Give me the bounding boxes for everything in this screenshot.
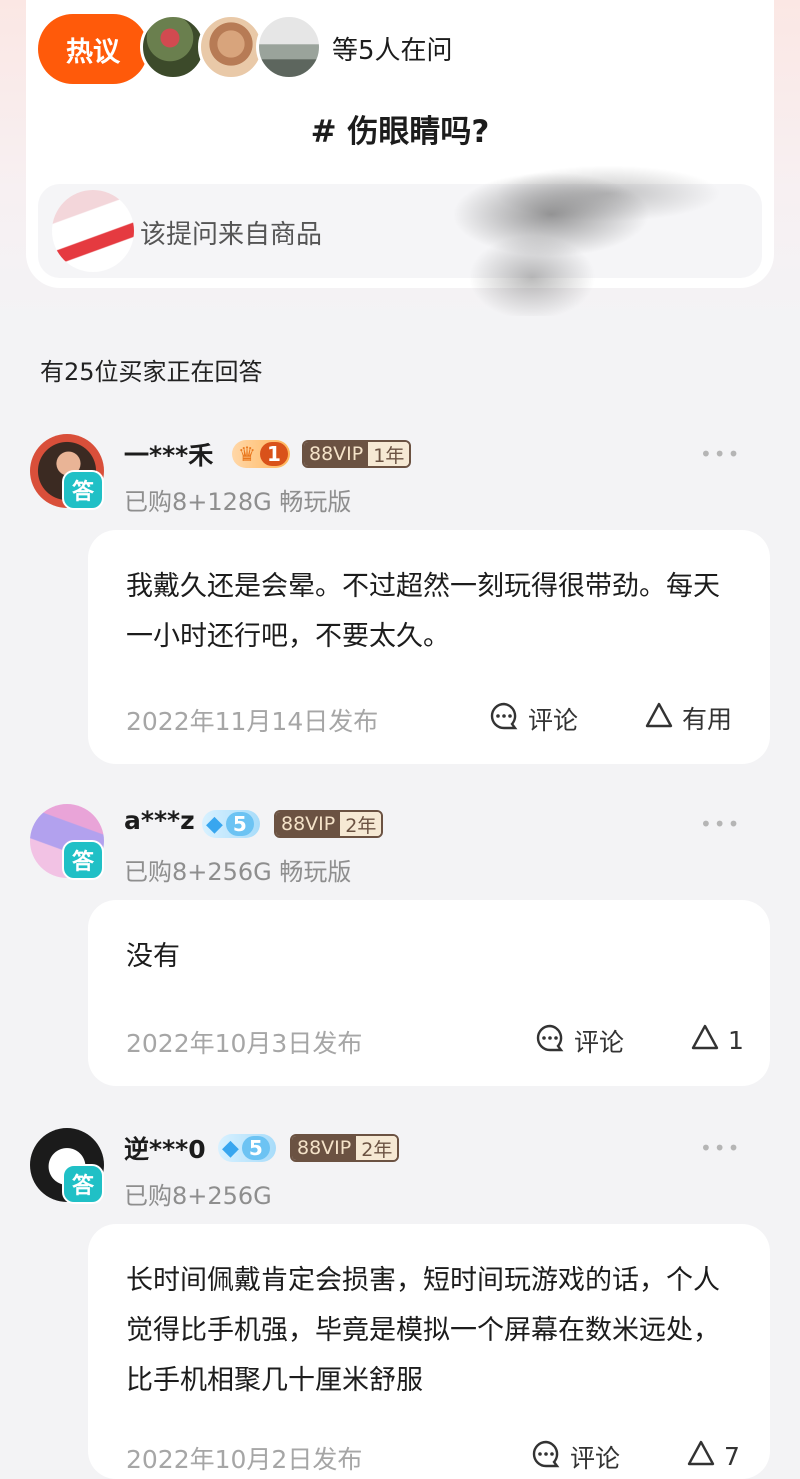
answer-date: 2022年10月3日发布 (126, 1029, 363, 1058)
level-number: 5 (241, 1136, 270, 1160)
comment-icon (534, 1022, 566, 1060)
vip-years: 1年 (368, 442, 410, 466)
user-name[interactable]: a***z (124, 806, 195, 835)
diamond-icon: ◆ (222, 1135, 239, 1161)
vip-years: 2年 (340, 812, 382, 836)
avatar (256, 14, 322, 80)
level-badge: ♛ 1 (232, 440, 290, 468)
vip-badge: 88VIP 1年 (302, 440, 412, 468)
comment-label: 评论 (570, 1444, 621, 1473)
avatar (198, 14, 264, 80)
comment-label: 评论 (528, 706, 579, 735)
answer-badge: 答 (62, 470, 104, 510)
more-options-icon[interactable]: ••• (700, 442, 741, 466)
more-options-icon[interactable]: ••• (700, 1136, 741, 1160)
useful-count: 1 (728, 1025, 744, 1055)
level-badge: ◆ 5 (202, 810, 260, 838)
comment-icon (488, 700, 520, 738)
vip-label: 88VIP (276, 812, 341, 836)
level-badge: ◆ 5 (218, 1134, 276, 1162)
answer-card: 长时间佩戴肯定会损害，短时间玩游戏的话，个人觉得比手机强，毕竟是模拟一个屏幕在数… (88, 1224, 770, 1479)
vip-label: 88VIP (304, 442, 369, 466)
product-source-link[interactable]: 该提问来自商品 (38, 184, 762, 278)
answer-text: 长时间佩戴肯定会损害，短时间玩游戏的话，个人觉得比手机强，毕竟是模拟一个屏幕在数… (126, 1265, 720, 1396)
useful-label: 有用 (682, 705, 733, 734)
answer-badge: 答 (62, 840, 104, 880)
triangle-icon (686, 1438, 716, 1474)
question-title: # 伤眼睛吗? (310, 114, 490, 150)
level-number: 5 (225, 812, 254, 836)
hot-badge: 热议 (38, 14, 148, 84)
asker-avatars[interactable] (140, 14, 322, 84)
comment-button[interactable]: 评论 (534, 1022, 624, 1060)
vip-label: 88VIP (292, 1136, 357, 1160)
product-source-label: 该提问来自商品 (140, 220, 323, 250)
answer-text: 没有 (126, 941, 180, 972)
comment-label: 评论 (574, 1028, 625, 1057)
comment-icon (530, 1438, 562, 1476)
triangle-icon (644, 700, 674, 736)
triangle-icon (690, 1022, 720, 1058)
user-name[interactable]: 逆***0 (124, 1130, 206, 1166)
useful-button[interactable]: 有用 (644, 700, 732, 736)
vip-badge: 88VIP 2年 (274, 810, 384, 838)
useful-button[interactable]: 1 (690, 1022, 744, 1058)
answer-card: 我戴久还是会晕。不过超然一刻玩得很带劲。每天一小时还行吧，不要太久。 2022年… (88, 530, 770, 764)
useful-button[interactable]: 7 (686, 1438, 740, 1474)
answer-date: 2022年11月14日发布 (126, 707, 379, 736)
more-options-icon[interactable]: ••• (700, 812, 741, 836)
vip-badge: 88VIP 2年 (290, 1134, 400, 1162)
comment-button[interactable]: 评论 (530, 1438, 620, 1476)
answers-count-header: 有25位买家正在回答 (40, 358, 263, 386)
vip-years: 2年 (356, 1136, 398, 1160)
purchase-info: 已购8+128G 畅玩版 (124, 488, 352, 516)
avatar (140, 14, 206, 80)
product-thumbnail (52, 190, 134, 272)
askers-count-text: 等5人在问 (332, 36, 453, 66)
diamond-icon: ◆ (206, 811, 223, 837)
level-number: 1 (259, 442, 288, 466)
answer-badge: 答 (62, 1164, 104, 1204)
answer-text: 我戴久还是会晕。不过超然一刻玩得很带劲。每天一小时还行吧，不要太久。 (126, 571, 720, 652)
answer-card: 没有 2022年10月3日发布 评论 1 (88, 900, 770, 1086)
useful-count: 7 (724, 1441, 740, 1471)
comment-button[interactable]: 评论 (488, 700, 578, 738)
purchase-info: 已购8+256G 畅玩版 (124, 858, 352, 886)
answer-date: 2022年10月2日发布 (126, 1445, 363, 1474)
purchase-info: 已购8+256G (124, 1182, 272, 1210)
crown-icon: ♛ (238, 442, 256, 466)
user-name[interactable]: 一***禾 (124, 436, 213, 472)
